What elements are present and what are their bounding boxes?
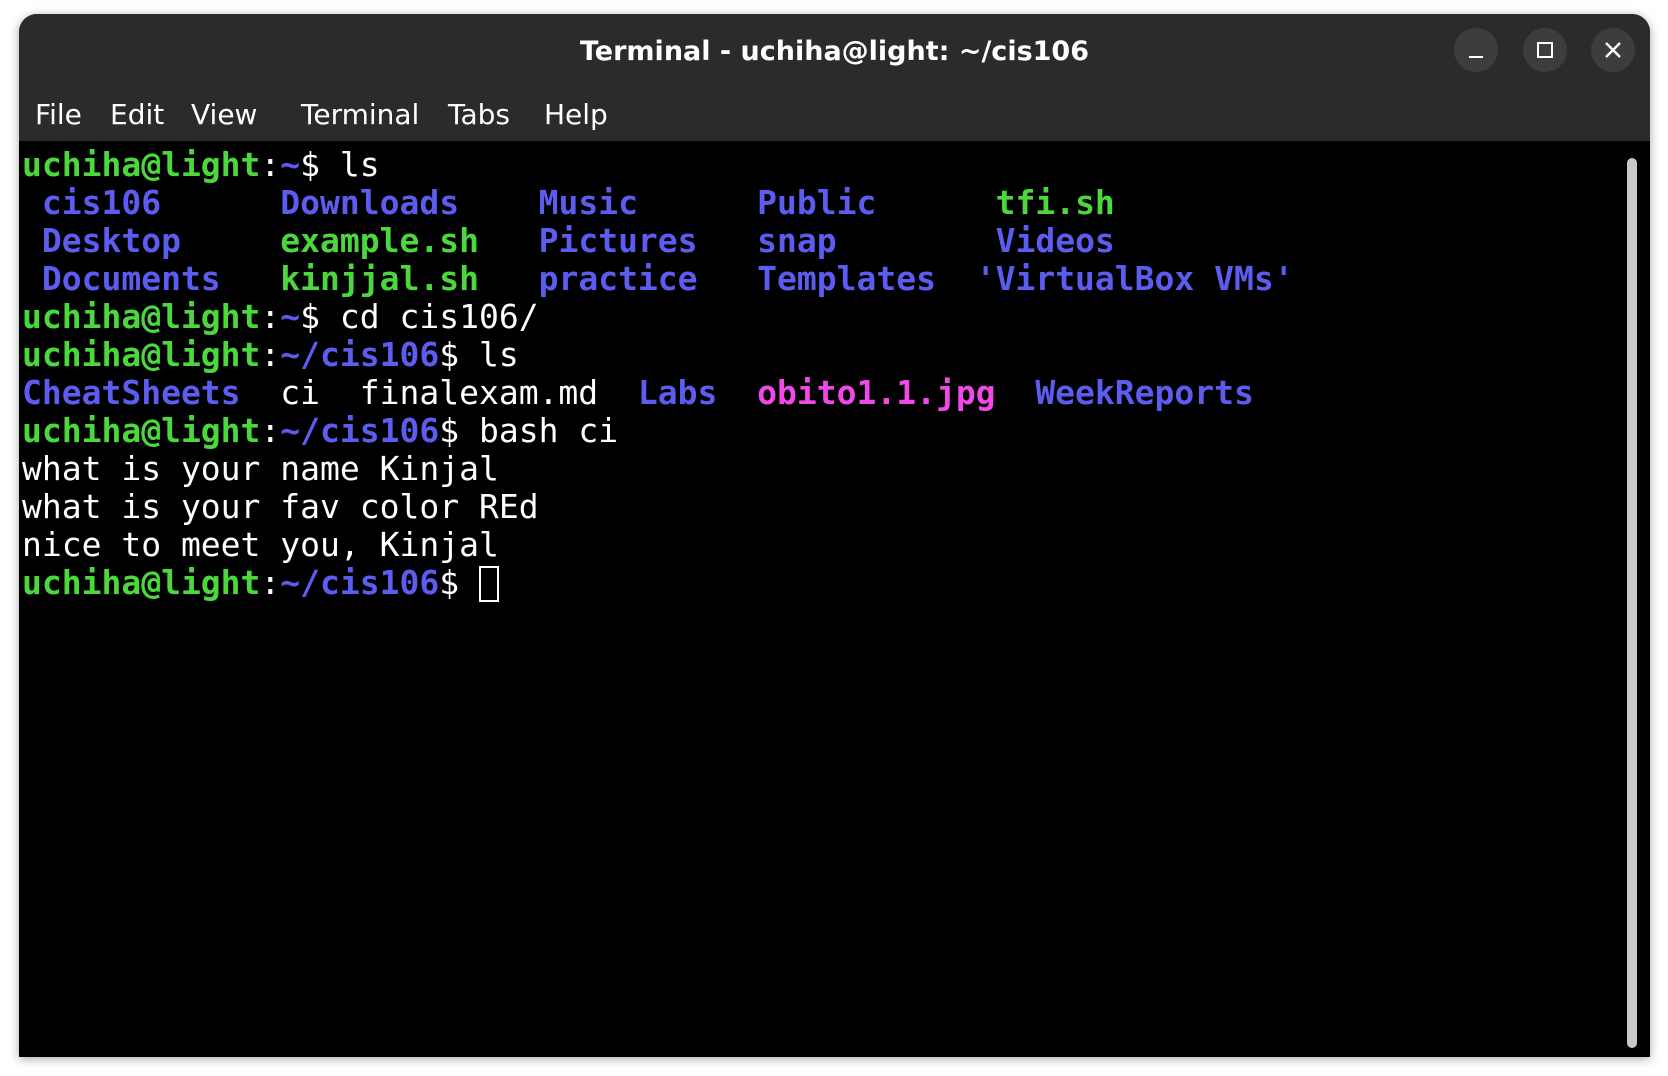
- terminal-window: Terminal - uchiha@light: ~/cis106 File E…: [19, 14, 1650, 1057]
- terminal-text-segment: example.sh: [280, 221, 479, 260]
- terminal-text-segment: ~/cis106: [280, 563, 440, 602]
- maximize-icon: [1537, 42, 1553, 58]
- text-cursor: [479, 566, 499, 602]
- terminal-text-segment: cis106: [22, 183, 162, 222]
- menu-edit[interactable]: Edit: [110, 89, 164, 141]
- window-title: Terminal - uchiha@light: ~/cis106: [579, 36, 1090, 67]
- terminal-text-segment: uchiha@light: [22, 411, 261, 450]
- terminal-text-segment: CheatSheets: [22, 373, 241, 412]
- terminal-line: cis106 Downloads Music Public tfi.sh: [22, 184, 1294, 222]
- close-button[interactable]: [1591, 28, 1635, 72]
- terminal-text-segment: Videos: [995, 221, 1115, 260]
- terminal-text-segment: Templates: [757, 259, 936, 298]
- terminal-line: what is your fav color REd: [22, 488, 1294, 526]
- vertical-scrollbar[interactable]: [1627, 158, 1637, 1048]
- terminal-line: what is your name Kinjal: [22, 450, 1294, 488]
- terminal-text-segment: what is your name Kinjal: [22, 449, 499, 488]
- terminal-text-segment: Desktop: [22, 221, 181, 260]
- terminal-text-segment: :: [260, 297, 281, 336]
- terminal-text-segment: Public: [757, 183, 877, 222]
- terminal-line: Desktop example.sh Pictures snap Videos: [22, 222, 1294, 260]
- title-bar[interactable]: Terminal - uchiha@light: ~/cis106: [19, 14, 1650, 90]
- terminal-text-segment: ci finalexam.md: [240, 373, 638, 412]
- menu-terminal[interactable]: Terminal: [301, 89, 419, 141]
- terminal-text-segment: $: [439, 563, 479, 602]
- terminal-line: uchiha@light:~/cis106$ ls: [22, 336, 1294, 374]
- terminal-text-segment: $ cd cis106/: [300, 297, 539, 336]
- terminal-text-segment: uchiha@light: [22, 563, 261, 602]
- terminal-text-segment: ~: [280, 145, 301, 184]
- terminal-text-segment: what is your fav color REd: [22, 487, 539, 526]
- terminal-text-segment: uchiha@light: [22, 297, 261, 336]
- terminal-text-segment: Labs: [637, 373, 718, 412]
- terminal-line: nice to meet you, Kinjal: [22, 526, 1294, 564]
- terminal-text-segment: :: [260, 411, 281, 450]
- terminal-text-segment: uchiha@light: [22, 145, 261, 184]
- terminal-text-segment: snap: [757, 221, 837, 260]
- minimize-icon: [1469, 56, 1483, 58]
- terminal-text-segment: Music: [538, 183, 638, 222]
- terminal-text-segment: Downloads: [280, 183, 460, 222]
- terminal-text-segment: kinjjal.sh: [280, 259, 479, 298]
- terminal-text-segment: uchiha@light: [22, 335, 261, 374]
- terminal-text-segment: ~/cis106: [280, 335, 440, 374]
- minimize-button[interactable]: [1454, 28, 1498, 72]
- menu-bar: File Edit View Terminal Tabs Help: [19, 89, 1650, 141]
- terminal-text-segment: ~/cis106: [280, 411, 440, 450]
- terminal-line: uchiha@light:~/cis106$ bash ci: [22, 412, 1294, 450]
- terminal-text-segment: :: [260, 335, 281, 374]
- terminal-text-segment: obito1.1.jpg: [757, 373, 996, 412]
- terminal-line: uchiha@light:~$ cd cis106/: [22, 298, 1294, 336]
- terminal-text-segment: $ ls: [300, 145, 380, 184]
- close-icon: [1605, 42, 1621, 58]
- terminal-text-segment: $ ls: [439, 335, 519, 374]
- terminal-line: uchiha@light:~$ ls: [22, 146, 1294, 184]
- terminal-text-segment: practice: [538, 259, 698, 298]
- maximize-button[interactable]: [1523, 28, 1567, 72]
- terminal-text-segment: WeekReports: [1035, 373, 1254, 412]
- menu-view[interactable]: View: [191, 89, 257, 141]
- terminal-text-segment: $ bash ci: [439, 411, 619, 450]
- terminal-text-segment: :: [260, 563, 281, 602]
- menu-file[interactable]: File: [35, 89, 82, 141]
- menu-help[interactable]: Help: [544, 89, 608, 141]
- terminal-text-segment: tfi.sh: [995, 183, 1115, 222]
- terminal-text-segment: nice to meet you, Kinjal: [22, 525, 499, 564]
- menu-tabs[interactable]: Tabs: [448, 89, 510, 141]
- terminal-lines: uchiha@light:~$ ls cis106 Downloads Musi…: [22, 146, 1294, 602]
- terminal-line: Documents kinjjal.sh practice Templates …: [22, 260, 1294, 298]
- terminal-text-segment: Documents: [22, 259, 221, 298]
- terminal-text-segment: :: [260, 145, 281, 184]
- terminal-line: CheatSheets ci finalexam.md Labs obito1.…: [22, 374, 1294, 412]
- terminal-output[interactable]: uchiha@light:~$ ls cis106 Downloads Musi…: [19, 141, 1624, 1057]
- terminal-line: uchiha@light:~/cis106$: [22, 564, 1294, 602]
- terminal-text-segment: 'VirtualBox VMs': [975, 259, 1294, 298]
- terminal-text-segment: Pictures: [538, 221, 698, 260]
- terminal-text-segment: ~: [280, 297, 301, 336]
